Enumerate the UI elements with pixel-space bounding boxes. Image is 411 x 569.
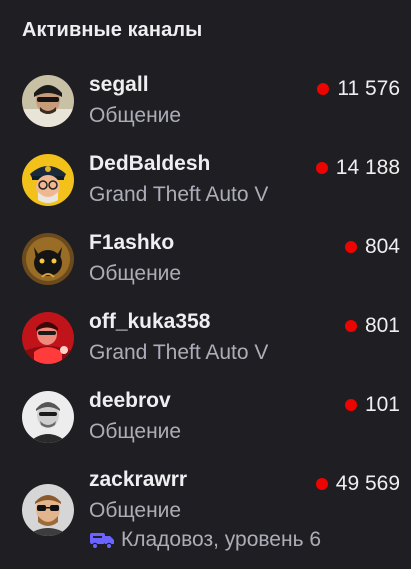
truck-icon	[89, 530, 115, 550]
channel-item-dedbaldesh[interactable]: DedBaldesh Grand Theft Auto V 14 188	[0, 150, 411, 228]
live-indicator-icon	[344, 399, 357, 411]
f1ashko-avatar-icon	[22, 233, 74, 285]
subscription-badge: Кладовоз, уровень 6	[89, 528, 321, 552]
badge-text: Кладовоз, уровень 6	[121, 528, 322, 551]
viewer-count-value: 101	[364, 393, 400, 416]
channel-name: deebrov	[89, 389, 171, 412]
viewer-count-value: 801	[364, 314, 400, 337]
live-indicator-icon	[315, 162, 328, 174]
viewer-count: 14 188	[315, 156, 400, 180]
dedbaldesh-avatar-icon	[22, 154, 74, 206]
channel-name: F1ashko	[89, 231, 175, 254]
section-title: Активные каналы	[22, 19, 203, 41]
viewer-count-value: 11 576	[337, 77, 400, 100]
deebrov-avatar-icon	[22, 391, 74, 443]
channel-category[interactable]: Общение	[89, 262, 181, 286]
viewer-count: 101	[344, 393, 400, 417]
viewer-count-value: 14 188	[335, 156, 400, 179]
live-indicator-icon	[315, 478, 328, 490]
channel-category[interactable]: Общение	[89, 420, 181, 444]
channel-name: DedBaldesh	[89, 152, 211, 175]
channel-category[interactable]: Общение	[89, 499, 181, 523]
viewer-count: 49 569	[315, 472, 400, 496]
viewer-count-value: 804	[364, 235, 400, 258]
avatar[interactable]	[22, 391, 74, 443]
channel-name: segall	[89, 73, 149, 96]
avatar[interactable]	[22, 312, 74, 364]
avatar[interactable]	[22, 154, 74, 206]
avatar[interactable]	[22, 75, 74, 127]
avatar[interactable]	[22, 484, 74, 536]
viewer-count: 804	[344, 235, 400, 259]
viewer-count: 11 576	[317, 77, 400, 101]
viewer-count: 801	[344, 314, 400, 338]
off-kuka358-avatar-icon	[22, 312, 74, 364]
channel-item-off-kuka358[interactable]: off_kuka358 Grand Theft Auto V 801	[0, 308, 411, 386]
zackrawrr-avatar-icon	[22, 484, 74, 536]
channel-category[interactable]: Grand Theft Auto V	[89, 183, 268, 207]
channel-name: zackrawrr	[89, 468, 188, 491]
channel-category[interactable]: Общение	[89, 104, 181, 128]
live-indicator-icon	[317, 83, 330, 95]
segall-avatar-icon	[22, 75, 74, 127]
channel-item-deebrov[interactable]: deebrov Общение 101	[0, 387, 411, 465]
viewer-count-value: 49 569	[335, 472, 400, 495]
live-indicator-icon	[344, 320, 357, 332]
active-channels-panel: Активные каналы segall Общение 11 576 De…	[0, 0, 411, 569]
live-indicator-icon	[344, 241, 357, 253]
channel-item-f1ashko[interactable]: F1ashko Общение 804	[0, 229, 411, 307]
channel-item-zackrawrr[interactable]: zackrawrr Общение 49 569 Кладовоз, урове…	[0, 466, 411, 566]
channel-name: off_kuka358	[89, 310, 211, 333]
avatar[interactable]	[22, 233, 74, 285]
channel-item-segall[interactable]: segall Общение 11 576	[0, 71, 411, 149]
channel-category[interactable]: Grand Theft Auto V	[89, 341, 268, 365]
